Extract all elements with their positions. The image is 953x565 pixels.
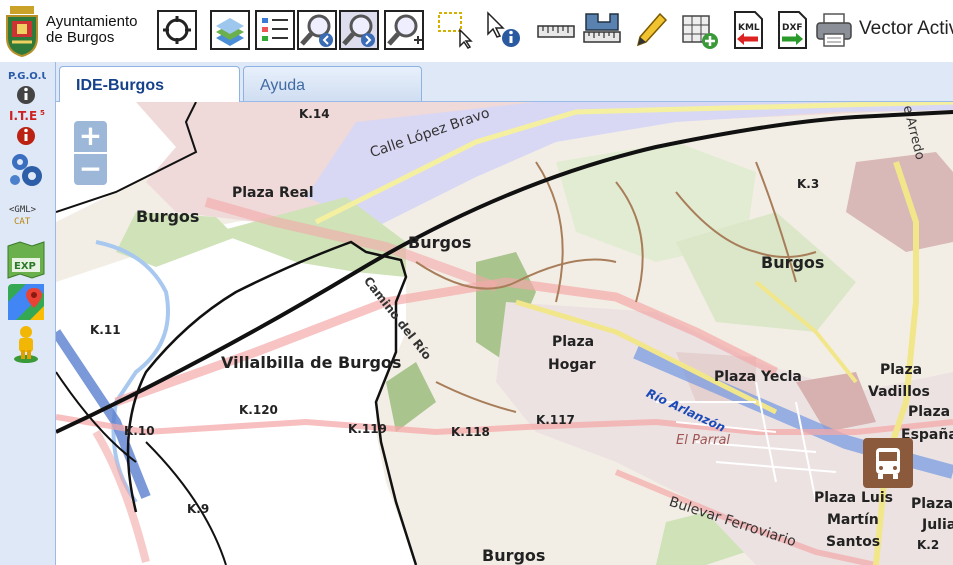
map-label-plaza-hogar-2: Hogar — [548, 357, 596, 373]
add-grid-icon — [682, 15, 718, 49]
map-label-plaza-yecla: Plaza Yecla — [714, 369, 802, 385]
map-label-plaza-julia-2: Julia — [922, 517, 953, 533]
gml-cat-icon: <GML> CAT — [9, 205, 37, 227]
map-label-plaza-hogar-1: Plaza — [552, 334, 595, 350]
ite-superscript: 5 — [40, 109, 45, 117]
map-label-villalbilla: Villalbilla de Burgos — [221, 353, 402, 372]
bus-stop-marker[interactable] — [863, 438, 913, 488]
bus-icon — [876, 448, 900, 479]
zoom-next-button[interactable] — [339, 10, 379, 50]
pgou-info-button[interactable]: P.G.O.U — [6, 68, 46, 108]
zoom-in-button[interactable]: + — [74, 121, 107, 152]
select-rectangle-icon — [438, 12, 473, 49]
cat-text: CAT — [14, 217, 31, 227]
map-label-plaza-espana-1: Plaza — [908, 404, 951, 420]
map-label-k11: K.11 — [90, 323, 121, 337]
gml-text: <GML> — [9, 205, 37, 215]
target-icon — [157, 10, 197, 50]
map-label-plaza-vadillos-1: Plaza — [880, 362, 923, 378]
export-dxf-button[interactable]: DXF — [772, 10, 812, 50]
printer-icon — [816, 13, 852, 47]
zoom-out-button[interactable]: − — [74, 154, 107, 185]
left-sidebar: P.G.O.U I.T.E 5 <GML> CAT EXP — [0, 62, 56, 565]
dxf-export-icon: DXF — [778, 11, 807, 49]
map-label-k2: K.2 — [917, 538, 940, 552]
gml-cadastre-button[interactable]: <GML> CAT — [6, 196, 46, 236]
gears-icon — [10, 154, 42, 186]
zoom-previous-icon — [297, 10, 337, 50]
layers-button[interactable] — [210, 10, 250, 50]
pegman-icon — [14, 326, 38, 363]
info-pointer-icon — [487, 11, 520, 47]
map-label-plaza-luis-1: Plaza Luis — [814, 490, 893, 506]
tab-ide-burgos[interactable]: IDE-Burgos — [59, 66, 240, 103]
kml-export-icon: KML — [734, 11, 763, 49]
map-label-plaza-julia-1: Plaza — [911, 496, 953, 512]
pencil-icon — [636, 12, 668, 47]
ite-text: I.T.E — [9, 109, 37, 123]
export-kml-button[interactable]: KML — [728, 10, 768, 50]
dxf-text: DXF — [782, 23, 803, 33]
info-pointer-button[interactable] — [484, 10, 524, 50]
pan-target-button[interactable] — [157, 10, 197, 50]
zoom-box-button[interactable] — [384, 10, 424, 50]
pgou-text: P.G.O.U — [8, 71, 46, 82]
burgos-coat-of-arms-logo[interactable] — [4, 4, 40, 58]
kml-text: KML — [738, 23, 760, 33]
map-label-burgos-west: Burgos — [136, 207, 200, 226]
map-label-plaza-luis-2: Martín — [827, 512, 879, 528]
zoom-next-icon — [339, 10, 379, 50]
exp-icon: EXP — [7, 241, 45, 279]
settings-button[interactable] — [6, 150, 46, 190]
map-label-burgos-center: Burgos — [408, 233, 472, 252]
zoom-box-icon — [384, 10, 424, 50]
google-maps-icon — [8, 284, 44, 320]
measure-area-button[interactable] — [582, 10, 622, 50]
map-label-k9: K.9 — [187, 502, 210, 516]
map-label-k10: K.10 — [124, 424, 155, 438]
layers-icon — [210, 10, 250, 50]
pgou-info-icon: P.G.O.U — [8, 71, 46, 104]
map-label-plaza-vadillos-2: Vadillos — [868, 384, 930, 400]
edit-pencil-button[interactable] — [632, 10, 672, 50]
brand-name: Ayuntamiento de Burgos — [46, 14, 137, 46]
exp-text: EXP — [14, 261, 36, 272]
map-label-plaza-luis-3: Santos — [826, 534, 881, 550]
map-label-plaza-real: Plaza Real — [232, 185, 314, 201]
map-label-burgos-south: Burgos — [482, 546, 546, 565]
map-label-k117: K.117 — [536, 413, 575, 427]
vector-active-label: Vector Activ — [859, 18, 953, 39]
tab-ayuda[interactable]: Ayuda — [243, 66, 422, 101]
tab-bar: IDE-Burgos Ayuda — [56, 62, 953, 103]
legend-list-icon — [255, 10, 295, 50]
brand-line-2: de Burgos — [46, 29, 115, 46]
toolbar: Ayuntamiento de Burgos KML DXF Vector Ac… — [0, 0, 953, 62]
map-label-k14: K.14 — [299, 107, 330, 121]
add-grid-button[interactable] — [680, 10, 720, 50]
map-label-el-parral: El Parral — [676, 433, 731, 448]
legend-button[interactable] — [255, 10, 295, 50]
area-ruler-icon — [583, 13, 621, 43]
map-label-k119: K.119 — [348, 422, 387, 436]
brand-line-1: Ayuntamiento — [46, 13, 138, 30]
map-label-burgos-east: Burgos — [761, 253, 825, 272]
ruler-icon — [537, 25, 575, 38]
select-rectangle-button[interactable] — [436, 10, 476, 50]
street-view-button[interactable] — [6, 324, 46, 364]
measure-distance-button[interactable] — [536, 10, 576, 50]
export-map-button[interactable]: EXP — [6, 240, 46, 280]
map-view[interactable]: + − K.14 Calle López Bravo Plaza Real Bu… — [56, 102, 953, 565]
print-button[interactable] — [814, 10, 854, 50]
map-label-k118: K.118 — [451, 425, 490, 439]
zoom-previous-button[interactable] — [297, 10, 337, 50]
map-label-k3: K.3 — [797, 177, 820, 191]
google-maps-button[interactable] — [6, 282, 46, 322]
ite-info-button[interactable]: I.T.E 5 — [6, 108, 46, 148]
ite-info-icon: I.T.E 5 — [9, 109, 45, 145]
map-label-k120: K.120 — [239, 403, 278, 417]
